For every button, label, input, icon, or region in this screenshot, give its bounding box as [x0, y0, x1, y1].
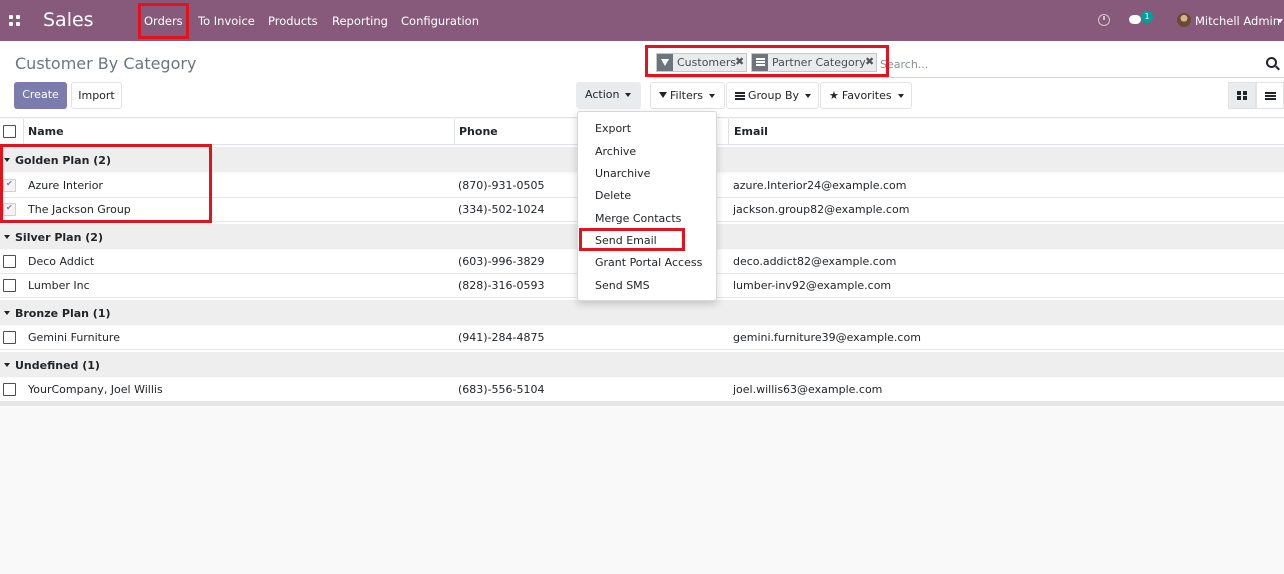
import-button[interactable]: Import [71, 82, 122, 109]
group-label: Undefined (1) [15, 359, 100, 372]
favorites-button[interactable]: ★ Favorites [820, 82, 912, 109]
groupby-label: Group By [748, 89, 800, 102]
row-checkbox[interactable] [3, 179, 16, 192]
search-facet-partner-category[interactable]: Partner Category ✖ [751, 53, 877, 72]
table-footer [0, 402, 1284, 406]
caret-down-icon [4, 311, 10, 315]
activity-clock-icon[interactable] [1098, 14, 1110, 26]
cell-name: Azure Interior [28, 179, 103, 192]
menu-configuration[interactable]: Configuration [401, 14, 479, 28]
facet-label: Partner Category [772, 56, 866, 69]
groupby-button[interactable]: Group By [726, 82, 819, 109]
action-merge-contacts[interactable]: Merge Contacts [595, 212, 681, 225]
search-facet-customers[interactable]: Customers ✖ [656, 53, 747, 72]
cell-name: YourCompany, Joel Willis [28, 383, 163, 396]
menu-to-invoice[interactable]: To Invoice [198, 14, 255, 28]
list-icon [1265, 92, 1276, 100]
cell-email: joel.willis63@example.com [733, 383, 883, 396]
close-icon[interactable]: ✖ [735, 53, 744, 70]
create-button[interactable]: Create [14, 82, 67, 109]
star-icon: ★ [829, 89, 839, 102]
caret-down-icon [805, 94, 812, 98]
caret-down-icon [708, 94, 715, 98]
filters-label: Filters [670, 89, 703, 102]
group-label: Silver Plan (2) [15, 231, 103, 244]
group-label: Golden Plan (2) [15, 154, 111, 167]
table-row[interactable]: YourCompany, Joel Willis (683)-556-5104 … [0, 378, 1284, 402]
menu-products[interactable]: Products [268, 14, 318, 28]
group-row[interactable]: Bronze Plan (1) [0, 298, 1284, 325]
messages-chat-icon[interactable] [1129, 15, 1141, 24]
facet-label: Customers [677, 56, 737, 69]
select-all-checkbox[interactable] [3, 125, 16, 138]
column-phone[interactable]: Phone [459, 125, 498, 138]
group-row[interactable]: Undefined (1) [0, 350, 1284, 377]
action-grant-portal-access[interactable]: Grant Portal Access [595, 256, 702, 269]
cell-name: Lumber Inc [28, 279, 90, 292]
action-send-email[interactable]: Send Email [595, 234, 657, 247]
bars-icon [735, 92, 745, 100]
menu-reporting[interactable]: Reporting [332, 14, 388, 28]
action-label: Action [585, 88, 620, 101]
action-archive[interactable]: Archive [595, 145, 636, 158]
cell-phone: (683)-556-5104 [458, 383, 545, 396]
kanban-view-button[interactable] [1228, 82, 1256, 109]
action-dropdown-button[interactable]: Action [576, 82, 641, 109]
cell-name: Gemini Furniture [28, 331, 120, 344]
user-menu[interactable]: Mitchell Admin [1195, 14, 1280, 28]
table-row[interactable]: Gemini Furniture (941)-284-4875 gemini.f… [0, 326, 1284, 350]
favorites-label: Favorites [841, 89, 892, 102]
app-brand[interactable]: Sales [43, 9, 94, 31]
action-delete[interactable]: Delete [595, 189, 631, 202]
column-email[interactable]: Email [734, 125, 768, 138]
cell-email: jackson.group82@example.com [733, 203, 910, 216]
cell-phone: (334)-502-1024 [458, 203, 545, 216]
cell-email: azure.Interior24@example.com [733, 179, 907, 192]
filters-button[interactable]: Filters [650, 82, 725, 109]
action-send-sms[interactable]: Send SMS [595, 279, 650, 292]
column-name[interactable]: Name [28, 125, 64, 138]
cell-phone: (870)-931-0505 [458, 179, 545, 192]
top-navbar: Sales Orders To Invoice Products Reporti… [0, 0, 1284, 41]
row-checkbox[interactable] [3, 383, 16, 396]
row-checkbox[interactable] [3, 279, 16, 292]
caret-down-icon [4, 235, 10, 239]
row-checkbox[interactable] [3, 331, 16, 344]
action-export[interactable]: Export [595, 122, 631, 135]
cell-email: deco.addict82@example.com [733, 255, 897, 268]
kanban-icon [1237, 91, 1247, 100]
action-unarchive[interactable]: Unarchive [595, 167, 650, 180]
row-checkbox[interactable] [3, 255, 16, 268]
search-input[interactable] [880, 55, 1250, 73]
facet-groupby-icon [752, 54, 768, 71]
facet-filter-icon [657, 54, 673, 71]
cell-name: The Jackson Group [28, 203, 131, 216]
cell-phone: (941)-284-4875 [458, 331, 545, 344]
list-view-button[interactable] [1256, 82, 1284, 109]
caret-down-icon [4, 158, 10, 162]
search-icon[interactable] [1266, 57, 1277, 68]
user-avatar[interactable] [1177, 13, 1191, 27]
user-caret-icon[interactable] [1277, 19, 1283, 23]
cell-phone: (828)-316-0593 [458, 279, 545, 292]
messages-count-badge: 1 [1141, 11, 1153, 23]
group-label: Bronze Plan (1) [15, 307, 111, 320]
caret-down-icon [625, 93, 632, 97]
caret-down-icon [897, 94, 904, 98]
cell-name: Deco Addict [28, 255, 95, 268]
apps-menu-icon[interactable] [9, 15, 20, 26]
close-icon[interactable]: ✖ [865, 53, 874, 70]
row-checkbox[interactable] [3, 203, 16, 216]
cell-email: lumber-inv92@example.com [733, 279, 892, 292]
caret-down-icon [4, 363, 10, 367]
page-title: Customer By Category [15, 54, 197, 73]
filter-icon [659, 92, 667, 98]
action-dropdown-menu: Export Archive Unarchive Delete Merge Co… [577, 111, 717, 301]
cell-phone: (603)-996-3829 [458, 255, 545, 268]
cell-email: gemini.furniture39@example.com [733, 331, 921, 344]
menu-orders[interactable]: Orders [144, 14, 183, 28]
